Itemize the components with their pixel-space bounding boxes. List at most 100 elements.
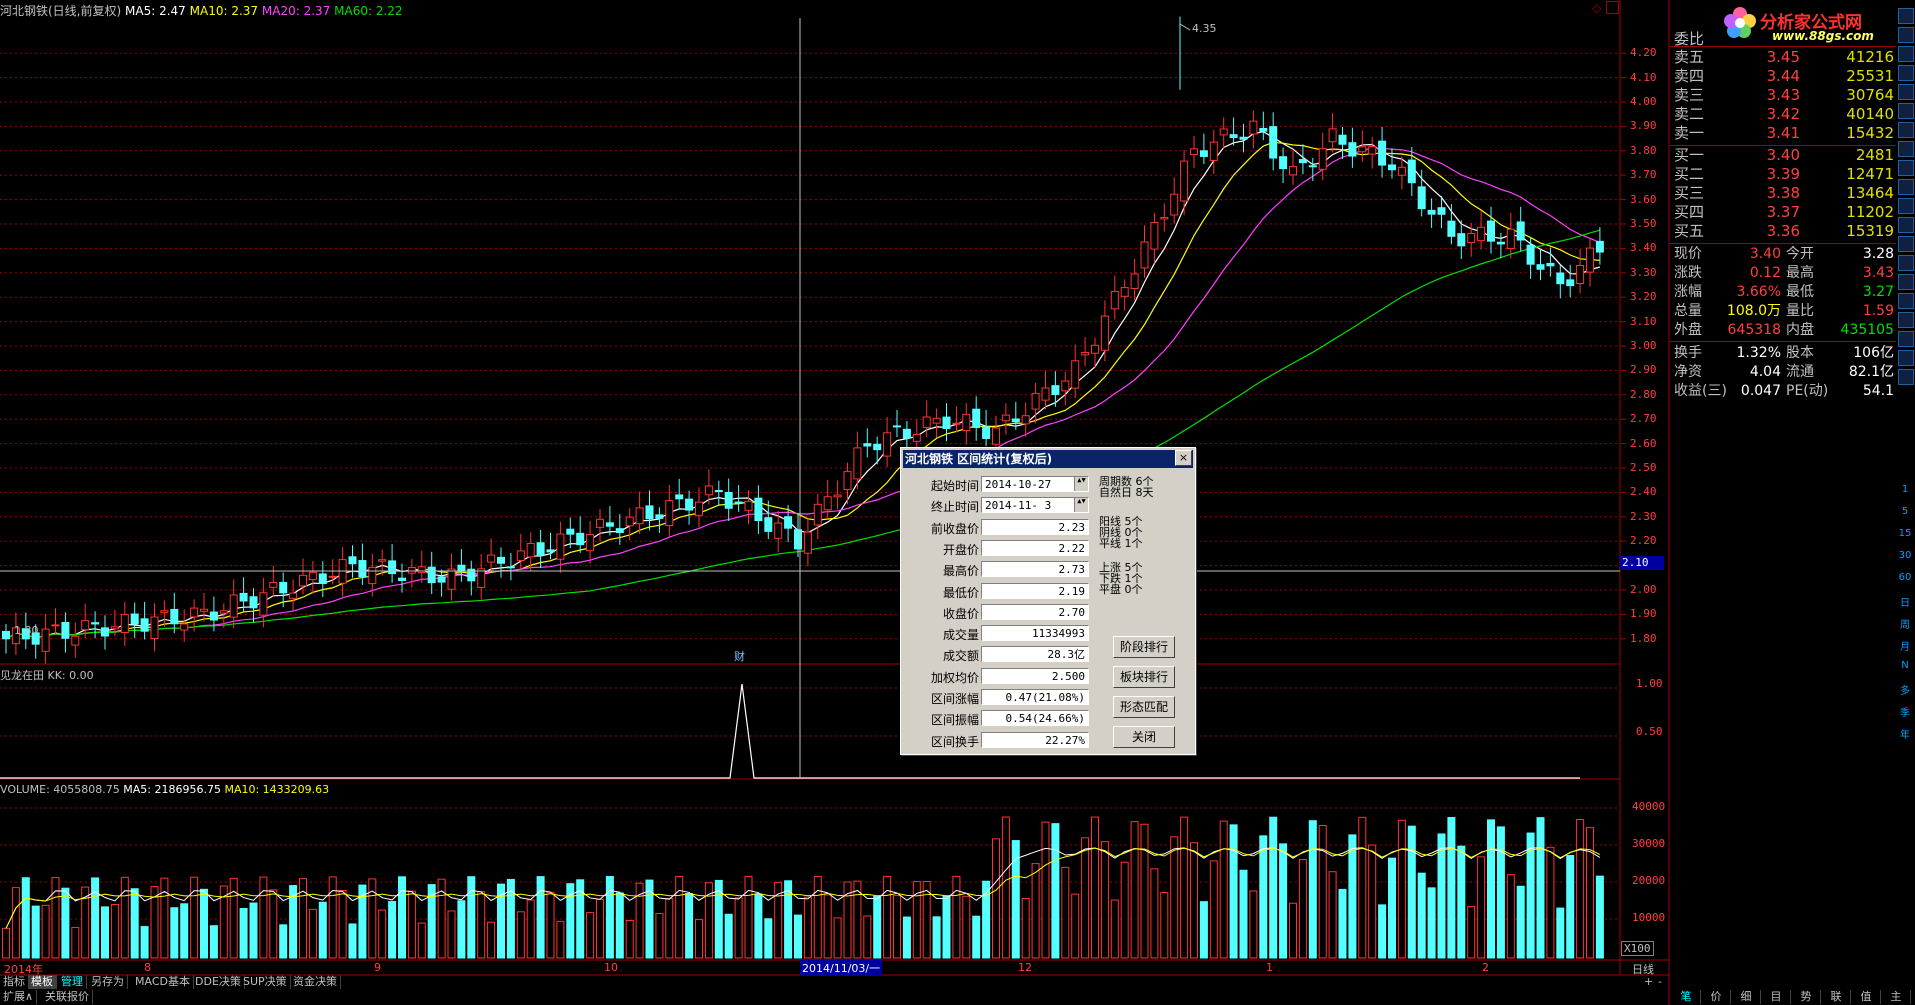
right-tab[interactable]: 值 (1852, 990, 1881, 1004)
side-tool-icon[interactable] (1898, 350, 1914, 366)
buy-level-row[interactable]: 买四 3.37 11202 (1670, 203, 1896, 222)
tab-save-as[interactable]: 另存为 (88, 975, 128, 989)
period-shortcut[interactable]: 月 (1897, 638, 1913, 653)
side-tool-icon[interactable] (1898, 331, 1914, 347)
volume-bar (1586, 827, 1594, 959)
period-shortcut[interactable]: 多 (1897, 682, 1913, 697)
sell-level-row[interactable]: 卖二 3.42 40140 (1670, 105, 1896, 124)
window-restore-icon[interactable]: ◇ (1592, 1, 1601, 15)
spin-arrows-icon[interactable]: ▲▼ (1074, 477, 1088, 491)
side-tool-icon[interactable] (1898, 217, 1914, 233)
volume-bar (1150, 868, 1159, 959)
period-shortcut[interactable]: 季 (1897, 704, 1913, 719)
stage-rank-button[interactable]: 阶段排行 (1113, 636, 1175, 658)
period-shortcut[interactable]: 日 (1897, 594, 1913, 609)
side-tool-icon[interactable] (1898, 65, 1914, 81)
period-shortcut[interactable]: 60 (1897, 572, 1913, 583)
period-shortcut[interactable]: N (1897, 660, 1913, 671)
level-volume: 15432 (1846, 124, 1894, 142)
buy-level-row[interactable]: 买二 3.39 12471 (1670, 165, 1896, 184)
side-tool-icon[interactable] (1898, 141, 1914, 157)
side-tool-icon[interactable] (1898, 369, 1914, 385)
side-tool-icon[interactable] (1898, 27, 1914, 43)
right-tab[interactable]: 联 (1822, 990, 1851, 1004)
candle-body (1180, 160, 1189, 202)
candle-body (1091, 344, 1099, 354)
zoom-out-button[interactable]: - (1658, 975, 1662, 988)
date-picker-field[interactable]: 2014-10-27 ▲▼ (981, 476, 1089, 492)
date-picker-field[interactable]: 2014-11- 3 ▲▼ (981, 497, 1089, 514)
right-tab[interactable]: 价 (1702, 990, 1731, 1004)
volume-ma5-readout: MA5: 2186956.75 (123, 783, 221, 796)
stat-label: 涨幅 (1674, 284, 1702, 300)
volume-bar (605, 876, 614, 959)
zoom-in-button[interactable]: + (1644, 975, 1653, 988)
period-shortcut[interactable]: 30 (1897, 550, 1913, 561)
right-tab[interactable]: 笔 (1672, 990, 1701, 1004)
tab-sup[interactable]: SUP决策 (240, 975, 291, 989)
sector-rank-button[interactable]: 板块排行 (1113, 666, 1175, 688)
dialog-title[interactable]: 河北钢铁 区间统计(复权后) (903, 450, 1193, 468)
period-shortcut[interactable]: 年 (1897, 726, 1913, 741)
side-tool-icon[interactable] (1898, 274, 1914, 290)
tab-expand[interactable]: 扩展∧ (0, 990, 38, 1004)
buy-level-row[interactable]: 买五 3.36 15319 (1670, 222, 1896, 241)
tab-linked-quote[interactable]: 关联报价 (42, 990, 93, 1004)
pattern-match-button[interactable]: 形态匹配 (1113, 696, 1175, 718)
buy-level-row[interactable]: 买三 3.38 13464 (1670, 184, 1896, 203)
tab-dde[interactable]: DDE决策 (192, 975, 245, 989)
right-tab[interactable]: 目 (1762, 990, 1791, 1004)
right-tab[interactable]: 势 (1792, 990, 1821, 1004)
side-tool-icon[interactable] (1898, 84, 1914, 100)
dialog-close-button[interactable]: × (1175, 450, 1192, 466)
side-tool-icon[interactable] (1898, 122, 1914, 138)
volume-bar (51, 877, 60, 959)
price-tick: 2.00 (1630, 583, 1657, 596)
right-tab[interactable]: 主 (1882, 990, 1911, 1004)
sell-level-row[interactable]: 卖三 3.43 30764 (1670, 86, 1896, 105)
volume-bar (378, 909, 387, 959)
candle-body (546, 549, 555, 553)
period-shortcut[interactable]: 5 (1897, 506, 1913, 517)
volume-tick-3: 20000 (1632, 874, 1666, 887)
tab-funds[interactable]: 资金决策 (290, 975, 341, 989)
period-shortcut[interactable]: 15 (1897, 528, 1913, 539)
tab-manage[interactable]: 管理 (58, 975, 87, 989)
sell-level-row[interactable]: 卖五 3.45 41216 (1670, 48, 1896, 67)
date-label-oct: 10 (604, 961, 618, 974)
side-tool-icon[interactable] (1898, 46, 1914, 62)
side-tool-icon[interactable] (1898, 255, 1914, 271)
candle-body (704, 485, 713, 496)
financial-marker[interactable]: 财 (734, 648, 745, 664)
volume-bar (1199, 901, 1208, 959)
side-tool-icon[interactable] (1898, 179, 1914, 195)
side-tool-icon[interactable] (1898, 198, 1914, 214)
price-tick: 3.80 (1630, 143, 1657, 157)
spin-arrows-icon[interactable]: ▲▼ (1074, 498, 1088, 513)
period-shortcut[interactable]: 1 (1897, 484, 1913, 495)
close-button[interactable]: 关闭 (1113, 726, 1175, 748)
volume-bar (972, 915, 981, 959)
side-tool-icon[interactable] (1898, 236, 1914, 252)
tab-indicator[interactable]: 指标 (0, 975, 29, 989)
zoom-controls: + - (1622, 975, 1668, 989)
side-tool-icon[interactable] (1898, 8, 1914, 24)
candle-body (1318, 148, 1327, 170)
right-tab[interactable]: 细 (1732, 990, 1761, 1004)
side-tool-icon[interactable] (1898, 293, 1914, 309)
volume-bar (1328, 871, 1337, 959)
side-tool-icon[interactable] (1898, 103, 1914, 119)
side-tool-icon[interactable] (1898, 312, 1914, 328)
volume-bar (1318, 825, 1327, 959)
tab-template[interactable]: 模板 (28, 975, 57, 989)
buy-level-row[interactable]: 买一 3.40 2481 (1670, 146, 1896, 165)
volume-ma10-readout: MA10: 1433209.63 (224, 783, 330, 796)
tab-macd[interactable]: MACD基本 (132, 975, 194, 989)
window-maximize-icon[interactable] (1606, 1, 1619, 14)
price-tick: 1.80 (1630, 631, 1657, 645)
sell-level-row[interactable]: 卖一 3.41 15432 (1670, 124, 1896, 143)
side-tool-icon[interactable] (1898, 160, 1914, 176)
period-shortcut[interactable]: 周 (1897, 616, 1913, 631)
sell-level-row[interactable]: 卖四 3.44 25531 (1670, 67, 1896, 86)
level-price: 3.45 (1766, 48, 1800, 66)
